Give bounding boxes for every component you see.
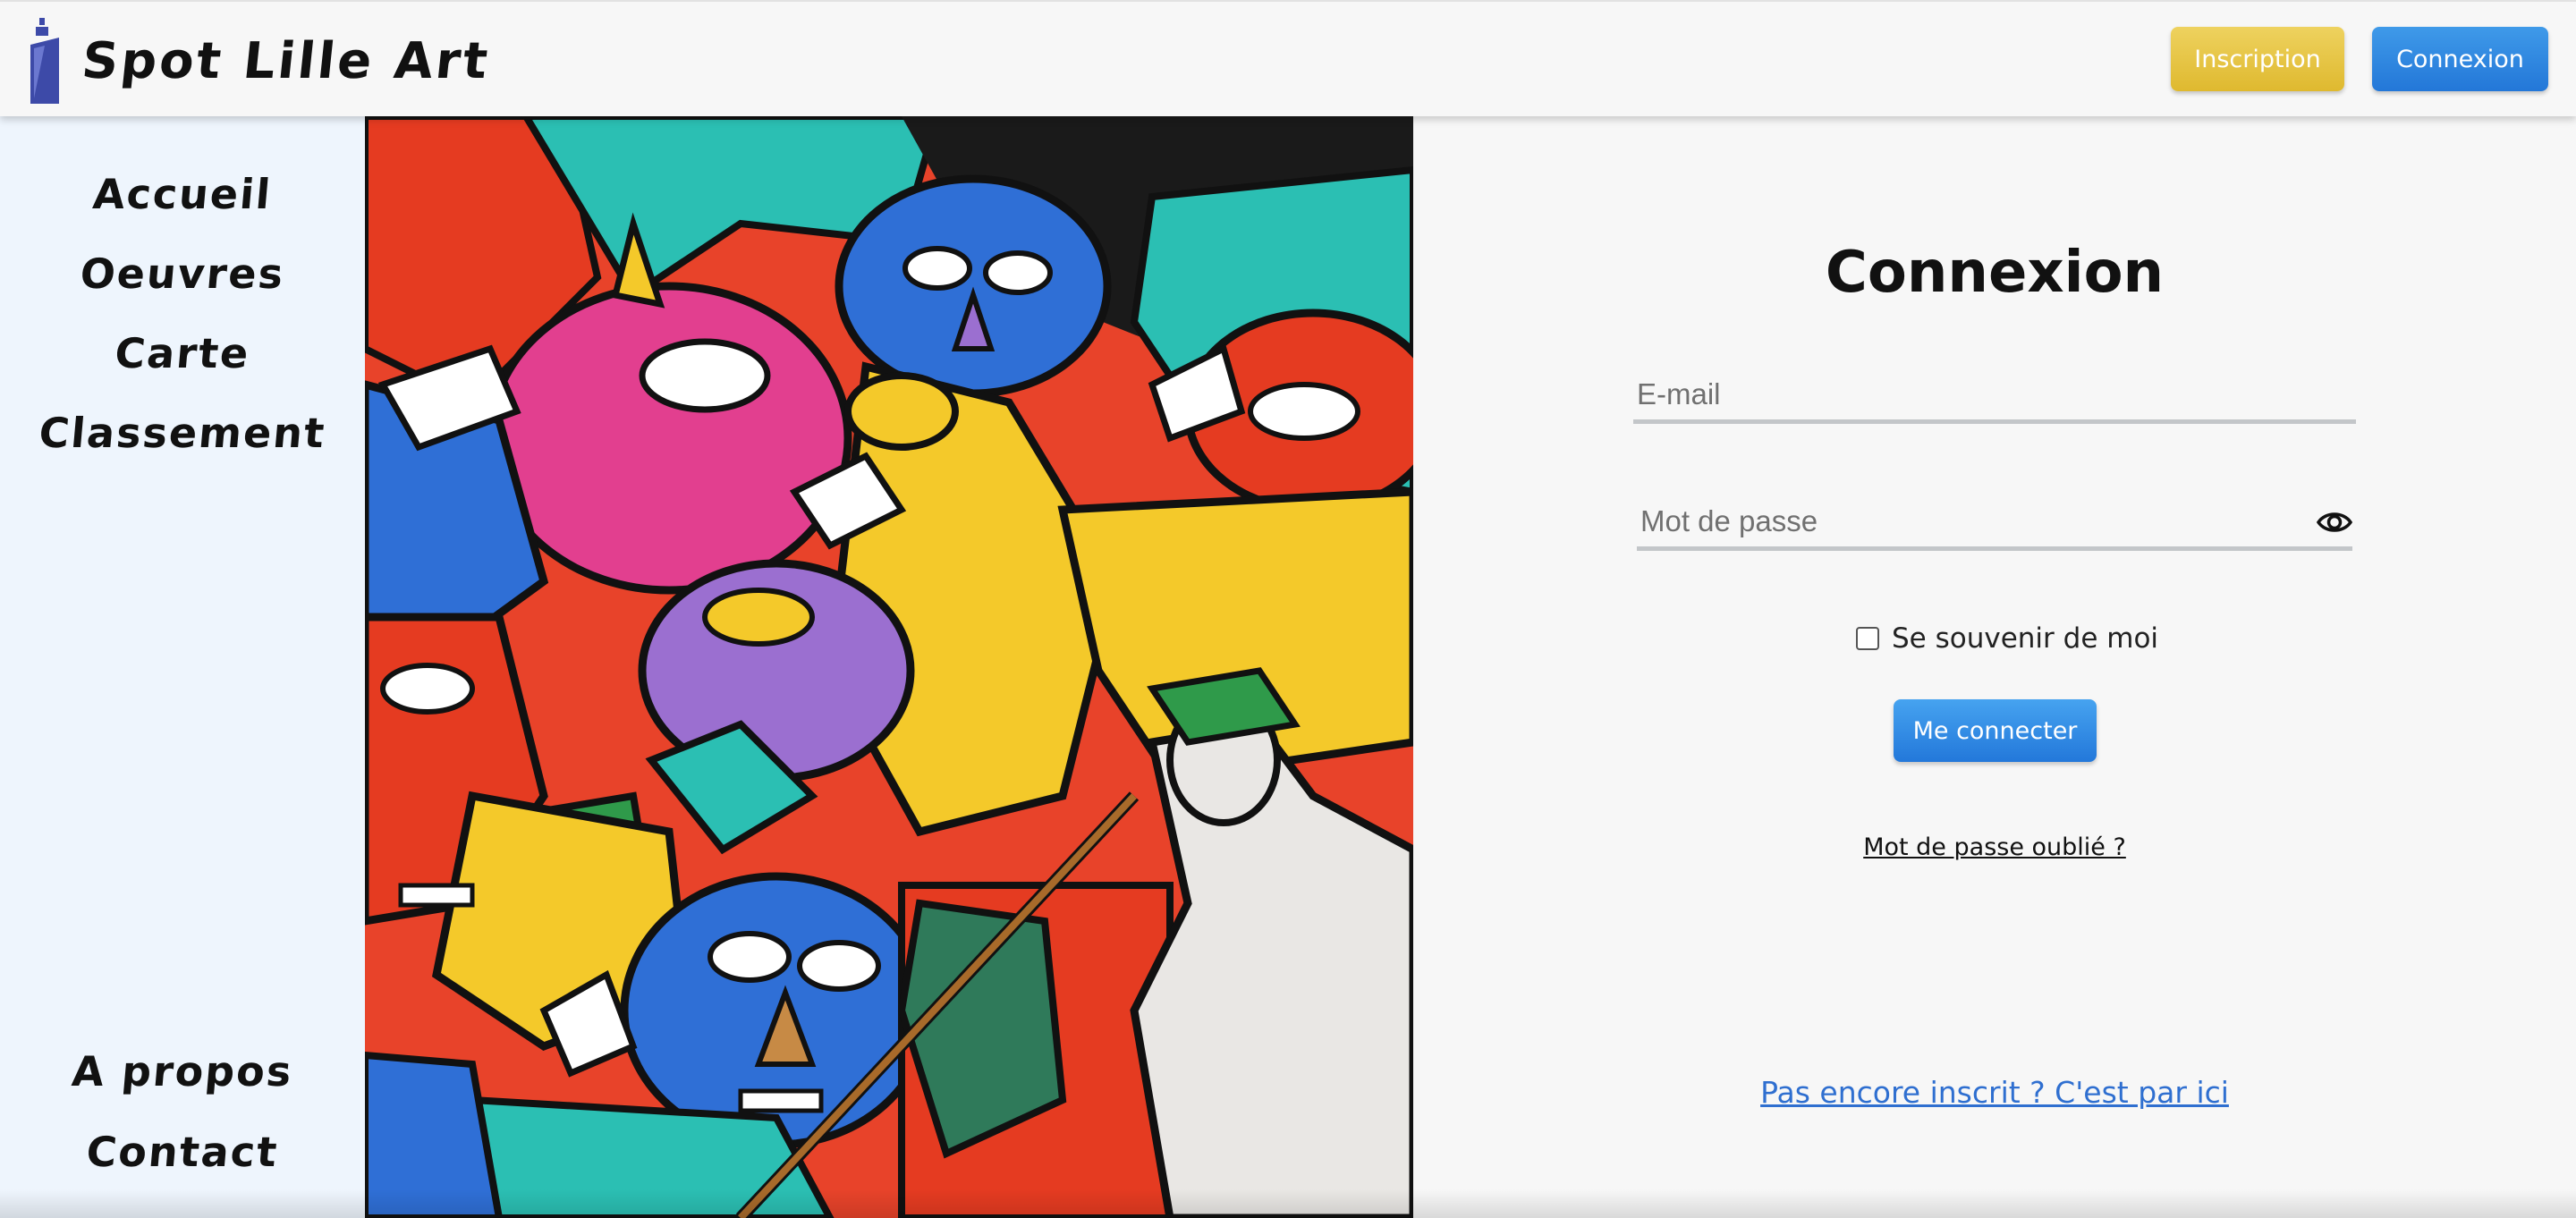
password-field[interactable] — [1637, 497, 2352, 551]
sidebar-item-classement[interactable]: Classement — [0, 409, 367, 457]
sidebar-item-accueil[interactable]: Accueil — [0, 170, 367, 218]
remember-label: Se souvenir de moi — [1892, 622, 2159, 655]
site-title[interactable]: Spot Lille Art — [80, 32, 493, 90]
eye-icon[interactable] — [2317, 506, 2352, 538]
sidebar-item-oeuvres[interactable]: Oeuvres — [0, 250, 367, 298]
top-header: Spot Lille Art Inscription Connexion — [0, 0, 2576, 116]
sidebar-nav: Accueil Oeuvres Carte Classement A propo… — [0, 116, 365, 1218]
password-input[interactable] — [1637, 497, 2299, 546]
street-art-image — [365, 116, 1413, 1218]
remember-checkbox[interactable] — [1856, 627, 1879, 650]
spray-can-icon[interactable] — [27, 18, 63, 104]
connexion-button[interactable]: Connexion — [2372, 27, 2548, 91]
email-input[interactable] — [1633, 370, 2356, 419]
sidebar-item-carte[interactable]: Carte — [0, 329, 367, 377]
email-field[interactable] — [1633, 370, 2356, 424]
sidebar-item-a-propos[interactable]: A propos — [0, 1047, 367, 1095]
sidebar-item-contact[interactable]: Contact — [0, 1128, 367, 1176]
forgot-password-link[interactable]: Mot de passe oublié ? — [1637, 833, 2352, 861]
signup-link[interactable]: Pas encore inscrit ? C'est par ici — [1637, 1075, 2352, 1110]
login-title: Connexion — [1825, 240, 2165, 306]
remember-me[interactable]: Se souvenir de moi — [1856, 622, 2158, 655]
login-submit-button[interactable]: Me connecter — [1894, 699, 2097, 762]
inscription-button[interactable]: Inscription — [2171, 27, 2344, 91]
